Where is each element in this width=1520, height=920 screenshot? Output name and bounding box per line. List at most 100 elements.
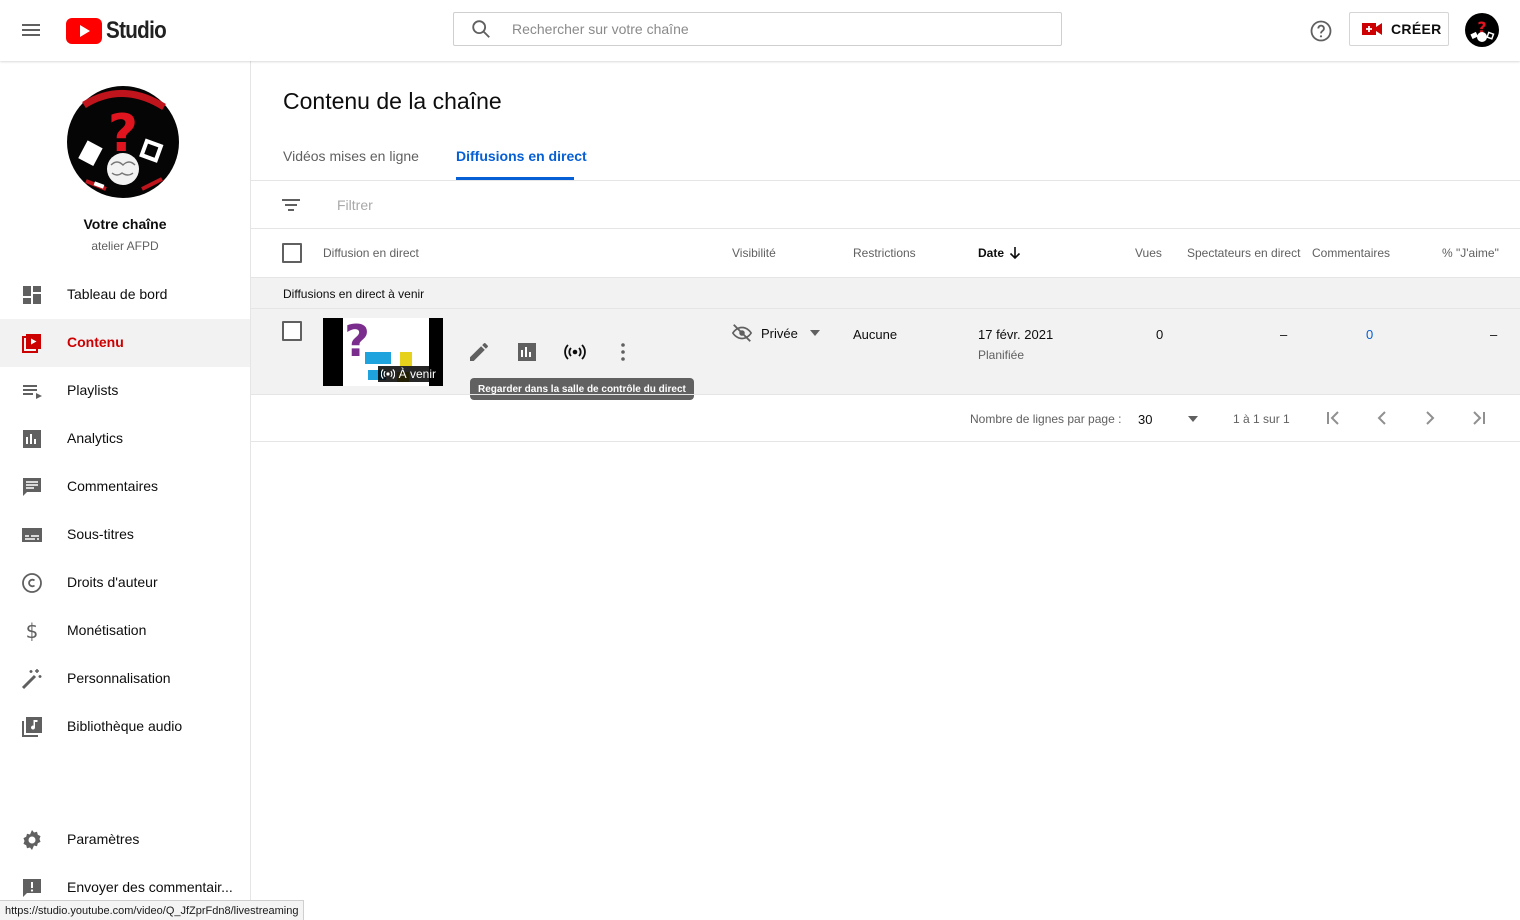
tab-uploaded-videos[interactable]: Vidéos mises en ligne — [283, 148, 419, 164]
column-header-views[interactable]: Vues — [1135, 246, 1162, 260]
sidebar-item-label: Bibliothèque audio — [67, 718, 183, 734]
sidebar-item-label: Monétisation — [67, 622, 147, 638]
channel-name: Votre chaîne — [83, 216, 167, 232]
hamburger-menu-icon[interactable] — [19, 18, 43, 42]
sidebar-item-label: Analytics — [67, 430, 124, 446]
copyright-icon — [22, 573, 42, 593]
sidebar-item-label: Contenu — [67, 334, 124, 350]
sidebar-item-label: Sous-titres — [67, 526, 134, 542]
account-avatar[interactable]: ? — [1465, 13, 1499, 47]
divider — [251, 180, 1520, 181]
dollar-icon: $ — [26, 619, 39, 643]
channel-avatar[interactable]: ? — [66, 85, 180, 199]
select-all-checkbox[interactable] — [282, 243, 302, 263]
playlist-icon — [23, 385, 42, 399]
rows-per-page-label: Nombre de lignes par page : — [970, 412, 1122, 426]
sidebar-item-label: Droits d'auteur — [67, 574, 158, 590]
channel-handle: atelier AFPD — [91, 239, 159, 253]
section-label: Diffusions en direct à venir — [283, 287, 425, 301]
status-bar-url: https://studio.youtube.com/video/Q_JfZpr… — [0, 900, 305, 920]
visibility-dropdown[interactable]: Privée — [731, 322, 820, 344]
eye-off-icon — [731, 324, 753, 342]
sidebar: ? Votre chaîne atelier AFPD Tableau de b… — [0, 61, 251, 919]
search-box[interactable] — [453, 12, 1062, 46]
search-icon — [472, 20, 490, 38]
divider — [251, 441, 1520, 442]
filter-input[interactable] — [335, 196, 939, 214]
column-header-likes-percent[interactable]: % "J'aime" — [1442, 246, 1499, 260]
comments-icon — [23, 478, 41, 496]
filter-icon[interactable] — [280, 194, 302, 216]
chevron-down-icon — [1188, 416, 1198, 422]
column-header-date[interactable]: Date — [978, 246, 1022, 260]
sidebar-item-playlists[interactable]: Playlists — [0, 367, 250, 415]
dashboard-icon — [23, 286, 41, 304]
first-page-icon[interactable] — [1323, 407, 1345, 429]
column-header-comments[interactable]: Commentaires — [1312, 246, 1390, 260]
sidebar-item-subtitles[interactable]: Sous-titres — [0, 511, 250, 559]
edit-pencil-icon[interactable] — [467, 340, 491, 364]
column-header-visibility[interactable]: Visibilité — [732, 246, 776, 260]
sidebar-item-label: Commentaires — [67, 478, 159, 494]
more-options-icon[interactable] — [611, 340, 635, 364]
live-control-room-icon[interactable] — [563, 340, 587, 364]
column-header-date-label: Date — [978, 246, 1005, 260]
video-thumbnail[interactable]: ? À venir — [323, 318, 443, 386]
divider — [251, 394, 1520, 395]
analytics-icon[interactable] — [515, 340, 539, 364]
live-broadcast-icon — [380, 368, 395, 380]
chevron-down-icon — [809, 330, 820, 336]
column-header-live-viewers[interactable]: Spectateurs en direct — [1187, 246, 1300, 260]
subtitles-icon — [22, 528, 42, 542]
content-icon — [22, 334, 41, 353]
help-icon[interactable] — [1309, 19, 1333, 43]
sidebar-item-dashboard[interactable]: Tableau de bord — [0, 271, 250, 319]
settings-label: Paramètres — [67, 831, 140, 847]
visibility-value: Privée — [761, 325, 798, 341]
restrictions-value: Aucune — [853, 327, 898, 342]
sidebar-item-analytics[interactable]: Analytics — [0, 415, 250, 463]
create-button-label: CRÉER — [1391, 21, 1442, 37]
gear-icon — [23, 830, 41, 850]
sidebar-item-comments[interactable]: Commentaires — [0, 463, 250, 511]
page-title: Contenu de la chaîne — [283, 88, 502, 114]
sidebar-item-label: Personnalisation — [67, 670, 171, 686]
top-bar: Studio CRÉER ? — [0, 0, 1520, 61]
sidebar-item-audio-library[interactable]: Bibliothèque audio — [0, 703, 250, 751]
column-header-live-stream[interactable]: Diffusion en direct — [323, 246, 419, 260]
rows-per-page-value: 30 — [1138, 411, 1153, 427]
next-page-icon[interactable] — [1419, 407, 1441, 429]
feedback-icon — [23, 879, 41, 897]
sidebar-item-monetization[interactable]: $ Monétisation — [0, 607, 250, 655]
tooltip: Regarder dans la salle de contrôle du di… — [470, 378, 694, 400]
rows-per-page-select[interactable]: 30 — [1138, 410, 1202, 428]
row-checkbox[interactable] — [282, 321, 302, 341]
logo-text: Studio — [106, 17, 167, 44]
create-video-icon — [1362, 23, 1382, 35]
sort-descending-arrow-icon — [1009, 247, 1021, 260]
create-button[interactable]: CRÉER — [1349, 12, 1449, 46]
comments-count-link[interactable]: 0 — [1366, 327, 1373, 342]
section-upcoming-live-streams: Diffusions en direct à venir — [251, 277, 1520, 309]
magic-wand-icon — [21, 669, 42, 690]
sidebar-item-label: Playlists — [67, 382, 119, 398]
previous-page-icon[interactable] — [1371, 407, 1393, 429]
sidebar-item-settings[interactable]: Paramètres — [0, 816, 250, 864]
feedback-label: Envoyer des commentair... — [67, 879, 233, 895]
divider — [251, 228, 1520, 229]
sidebar-item-copyright[interactable]: Droits d'auteur — [0, 559, 250, 607]
date-status: Planifiée — [978, 348, 1025, 362]
sidebar-item-content[interactable]: Contenu — [0, 319, 250, 367]
search-input[interactable] — [510, 20, 1034, 38]
sidebar-item-customization[interactable]: Personnalisation — [0, 655, 250, 703]
upcoming-badge: À venir — [377, 366, 439, 382]
likes-percent-value: – — [1490, 327, 1498, 342]
audio-library-icon — [22, 717, 42, 737]
tab-live-streams[interactable]: Diffusions en direct — [456, 148, 587, 164]
date-value: 17 févr. 2021 — [978, 327, 1054, 342]
sidebar-item-label: Tableau de bord — [67, 286, 168, 302]
youtube-logo-icon — [66, 18, 102, 44]
column-header-restrictions[interactable]: Restrictions — [853, 246, 916, 260]
last-page-icon[interactable] — [1467, 407, 1489, 429]
studio-logo[interactable]: Studio — [66, 16, 176, 46]
